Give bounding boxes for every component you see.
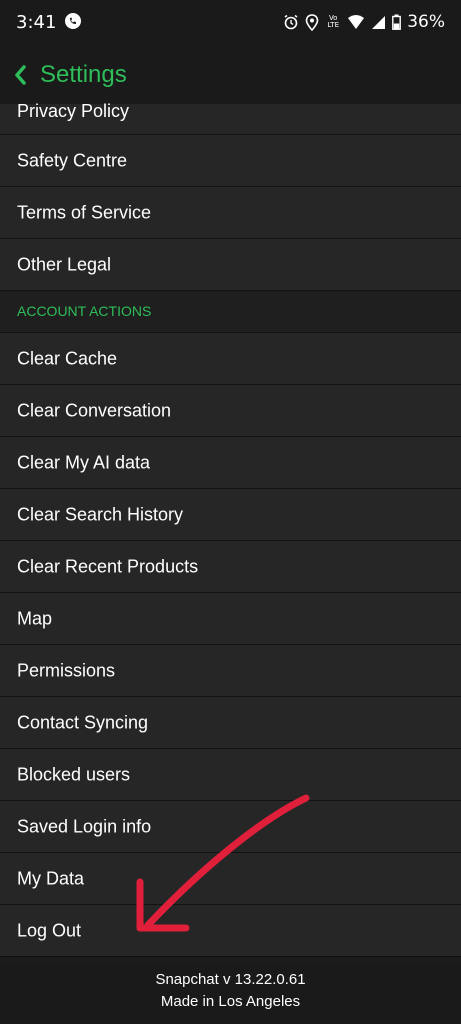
list-item-safety-centre[interactable]: Safety Centre [0,135,461,187]
page-title: Settings [40,61,127,88]
list-item-label: Contact Syncing [17,712,149,732]
list-item-log-out[interactable]: Log Out [0,905,461,957]
battery-percent: 36% [407,12,445,32]
list-item-label: Clear Search History [17,504,184,524]
list-item-label: Clear Conversation [17,400,172,420]
wifi-icon [348,15,365,29]
app-footer: Snapchat v 13.22.0.61 Made in Los Angele… [0,964,461,1024]
list-item-label: Blocked users [17,764,131,784]
back-chevron-icon[interactable] [12,64,28,86]
list-item-label: Clear Cache [17,348,118,368]
whatsapp-notification-icon [65,13,81,29]
made-in-label: Made in Los Angeles [160,993,301,1010]
list-item-label: Safety Centre [17,150,128,170]
list-item-label: Saved Login info [17,816,152,836]
status-icons: Vo LTE 36% [283,10,445,34]
list-item-label: Terms of Service [17,202,152,222]
battery-icon [392,14,402,30]
list-item-clear-conversation[interactable]: Clear Conversation [0,385,461,437]
list-item-label: Privacy Policy [17,101,130,121]
list-item-blocked-users[interactable]: Blocked users [0,749,461,801]
list-item-label: My Data [17,868,85,888]
location-icon [305,13,319,31]
list-item-clear-cache[interactable]: Clear Cache [0,333,461,385]
list-item-other-legal[interactable]: Other Legal [0,239,461,291]
volte-bottom-label: LTE [327,21,340,29]
list-item-map[interactable]: Map [0,593,461,645]
list-item-saved-login-info[interactable]: Saved Login info [0,801,461,853]
list-item-clear-search-history[interactable]: Clear Search History [0,489,461,541]
list-item-label: Permissions [17,660,116,680]
status-bar: 3:41 Vo LTE 36% [0,0,461,44]
settings-header: Settings [0,44,461,105]
status-time: 3:41 [16,12,57,33]
app-version: Snapchat v 13.22.0.61 [155,971,306,988]
settings-list: Privacy Policy Safety Centre Terms of Se… [0,101,461,957]
list-item-permissions[interactable]: Permissions [0,645,461,697]
list-item-clear-my-ai-data[interactable]: Clear My AI data [0,437,461,489]
list-item-terms-of-service[interactable]: Terms of Service [0,187,461,239]
list-item-label: Other Legal [17,254,112,274]
list-item-my-data[interactable]: My Data [0,853,461,905]
volte-icon: Vo LTE [325,15,341,29]
list-item-label: Log Out [17,920,82,940]
list-item-label: Clear My AI data [17,452,151,472]
section-header-account-actions: ACCOUNT ACTIONS [0,291,461,333]
section-header-label: ACCOUNT ACTIONS [17,303,152,319]
alarm-icon [284,14,298,30]
list-item-clear-recent-products[interactable]: Clear Recent Products [0,541,461,593]
list-item-label: Clear Recent Products [17,556,199,576]
list-item-privacy-policy[interactable]: Privacy Policy [0,101,461,135]
list-item-contact-syncing[interactable]: Contact Syncing [0,697,461,749]
list-item-label: Map [17,608,53,628]
cellular-signal-icon [372,16,386,29]
